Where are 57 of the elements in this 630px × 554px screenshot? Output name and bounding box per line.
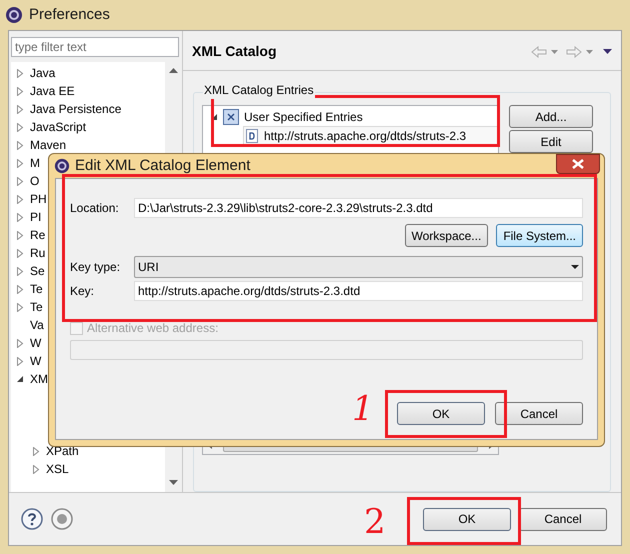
location-label: Location: (70, 200, 120, 217)
app-icon (5, 6, 23, 24)
tree-item[interactable]: Java (30, 64, 56, 82)
button[interactable]: Workspace... (404, 224, 488, 247)
filter-field[interactable]: type filter text (11, 37, 179, 57)
page-title: XML Catalog (192, 42, 277, 61)
tree-item[interactable]: XM (30, 370, 48, 388)
tree-item[interactable]: Ru (30, 244, 46, 262)
location-field[interactable]: D:\Jar\struts-2.3.29\lib\struts2-core-2.3.29\struts-2.3.dtd (134, 198, 583, 218)
tree-item[interactable]: Va (30, 316, 44, 334)
tree-item[interactable]: Se (30, 262, 45, 280)
catalog-icon (223, 109, 239, 125)
tree-item[interactable]: Re (30, 226, 46, 244)
tree-item[interactable]: User Specified Entries (244, 108, 363, 126)
close-button[interactable] (556, 154, 600, 174)
menu-icon[interactable] (603, 49, 612, 54)
button[interactable]: Add... (509, 105, 593, 128)
forward-icon[interactable] (566, 46, 582, 58)
tree-item[interactable]: PI (30, 208, 42, 226)
app-icon (54, 158, 70, 174)
key-type-dropdown[interactable]: URI (134, 256, 583, 278)
tree-item[interactable]: PH (30, 190, 47, 208)
annotation-number: 2 (364, 505, 386, 539)
scroll-up-icon[interactable] (169, 68, 178, 74)
button[interactable]: File System... (496, 224, 583, 247)
tree-item[interactable]: Maven (30, 136, 66, 154)
close-icon[interactable] (572, 159, 584, 169)
alternative-address-field[interactable] (70, 340, 583, 360)
dialog-title: Edit XML Catalog Element (75, 156, 250, 176)
button[interactable]: Cancel (495, 402, 583, 425)
record-icon[interactable] (51, 508, 73, 530)
tree-item[interactable]: Java EE (30, 82, 75, 100)
tree-item[interactable]: W (30, 334, 42, 352)
dropdown-icon[interactable] (571, 265, 579, 269)
tree-item[interactable]: M (30, 154, 40, 172)
scroll-down-icon[interactable] (169, 480, 178, 486)
button[interactable]: OK (423, 508, 511, 530)
tree-item[interactable]: W (30, 352, 42, 370)
help-icon[interactable] (21, 508, 43, 530)
checkbox-label: Alternative web address: (87, 320, 218, 337)
tree-item[interactable]: Te (30, 280, 43, 298)
tree-item[interactable]: JavaScript (30, 118, 86, 136)
tree-item[interactable]: XSL (46, 460, 69, 478)
button[interactable]: OK (397, 402, 485, 425)
tree-item[interactable]: Java Persistence (30, 100, 122, 118)
tree-item[interactable]: O (30, 172, 40, 190)
window-title: Preferences (29, 4, 110, 25)
key-label: Key: (70, 283, 96, 300)
back-icon[interactable] (531, 46, 547, 58)
document-icon (246, 129, 258, 143)
key-type-label: Key type: (70, 259, 122, 276)
annotation-number: 1 (352, 392, 374, 426)
button[interactable]: Cancel (519, 508, 607, 530)
button[interactable]: Edit (509, 130, 593, 153)
key-field[interactable]: http://struts.apache.org/dtds/struts-2.3.dtd (134, 281, 583, 301)
tree-item[interactable]: Te (30, 298, 43, 316)
collapse-icon[interactable] (211, 114, 218, 120)
